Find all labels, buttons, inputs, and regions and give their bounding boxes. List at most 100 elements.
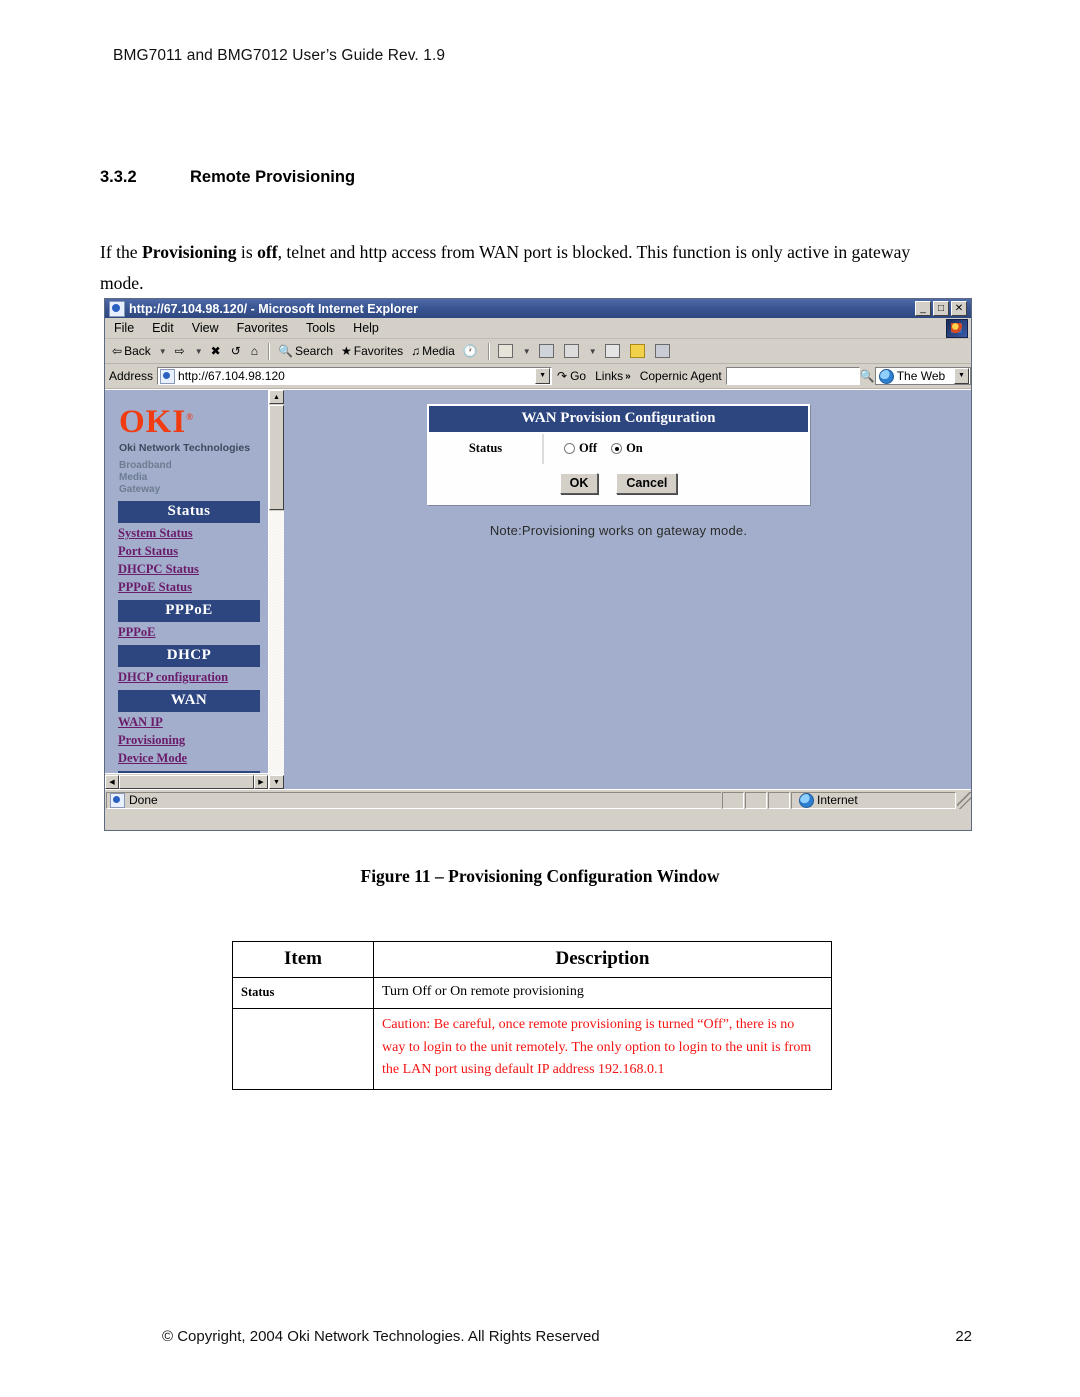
favorites-star-icon: ★ xyxy=(341,344,352,358)
edit-dropdown-icon[interactable]: ▼ xyxy=(586,347,600,356)
back-button[interactable]: ⇦ Back xyxy=(109,343,154,359)
nav-link-port-status[interactable]: Port Status xyxy=(118,544,268,559)
cell-description-status: Turn Off or On remote provisioning xyxy=(373,977,832,1009)
gateway-mode-note: Note:Provisioning works on gateway mode. xyxy=(489,523,748,538)
nav-link-pppoe[interactable]: PPPoE xyxy=(118,625,268,640)
mail-button[interactable] xyxy=(495,343,518,359)
forward-button[interactable]: ⇨ xyxy=(172,344,190,358)
resize-grip-icon[interactable] xyxy=(957,791,971,809)
oki-wordmark: OKI xyxy=(119,404,187,440)
menu-item-file[interactable]: File xyxy=(105,320,143,336)
address-dropdown-icon[interactable]: ▼ xyxy=(535,368,551,384)
nav-frame: OKI® Oki Network Technologies Broadband … xyxy=(105,390,268,789)
history-clock-icon: 🕐 xyxy=(462,344,478,358)
section-title: Remote Provisioning xyxy=(190,168,356,186)
menu-item-favorites[interactable]: Favorites xyxy=(228,320,297,336)
radio-on-label: On xyxy=(626,441,643,455)
menu-item-help[interactable]: Help xyxy=(344,320,388,336)
links-label: Links xyxy=(595,369,624,383)
status-page-icon xyxy=(110,792,125,808)
nav-header-wan: WAN xyxy=(118,690,260,712)
home-button[interactable]: ⌂ xyxy=(248,344,263,358)
nav-link-pppoe-status[interactable]: PPPoE Status xyxy=(118,580,268,595)
magnifier-icon[interactable]: 🔍 xyxy=(860,369,875,383)
edit-word-button[interactable] xyxy=(561,343,584,359)
history-button[interactable]: 🕐 xyxy=(460,344,483,358)
printer-icon xyxy=(538,344,554,358)
media-button[interactable]: ♫ Media xyxy=(408,343,458,359)
copernic-search-button[interactable] xyxy=(627,343,650,359)
extra-tool-button[interactable] xyxy=(652,343,675,359)
copernic-search-input[interactable] xyxy=(725,367,860,385)
browser-titlebar: http://67.104.98.120/ - Microsoft Intern… xyxy=(105,299,971,318)
ie-document-icon xyxy=(109,300,125,317)
go-button[interactable]: ↷ Go xyxy=(552,369,592,383)
status-row-label: Status xyxy=(429,434,544,464)
vertical-scroll-track[interactable] xyxy=(269,511,284,775)
notes-icon xyxy=(604,344,620,358)
minimize-button[interactable]: _ xyxy=(915,301,931,316)
nav-horizontal-scrollbar[interactable]: ◀ ▶ xyxy=(105,773,268,789)
par-bold-provisioning: Provisioning xyxy=(142,241,237,262)
menu-item-tools[interactable]: Tools xyxy=(297,320,344,336)
status-pane-2 xyxy=(745,791,767,809)
product-tagline: Broadband Media Gateway xyxy=(119,460,172,495)
search-engine-select[interactable]: The Web ▼ xyxy=(874,367,971,385)
nav-link-provisioning[interactable]: Provisioning xyxy=(118,733,268,748)
links-button[interactable]: Links» xyxy=(592,369,634,383)
vertical-scroll-thumb[interactable] xyxy=(269,405,284,510)
intro-paragraph: If the Provisioning is off, telnet and h… xyxy=(100,237,952,299)
cancel-button[interactable]: Cancel xyxy=(616,473,678,494)
menu-item-edit[interactable]: Edit xyxy=(143,320,183,336)
discuss-button[interactable] xyxy=(602,343,625,359)
ok-button[interactable]: OK xyxy=(559,473,599,494)
radio-off-label: Off xyxy=(579,441,598,455)
refresh-icon: ↺ xyxy=(230,344,241,358)
mail-icon xyxy=(497,344,513,358)
mail-dropdown-icon[interactable]: ▼ xyxy=(520,347,534,356)
nav-link-dhcpc-status[interactable]: DHCPC Status xyxy=(118,562,268,577)
menu-item-view[interactable]: View xyxy=(183,320,228,336)
running-header: BMG7011 and BMG7012 User’s Guide Rev. 1.… xyxy=(113,47,446,64)
nav-header-status: Status xyxy=(118,501,260,523)
go-arrow-icon: ↷ xyxy=(557,369,568,383)
table-header-row: Item Description xyxy=(232,941,832,978)
scroll-down-icon[interactable]: ▼ xyxy=(269,775,284,789)
scroll-up-icon[interactable]: ▲ xyxy=(269,390,284,404)
nav-link-dhcp-configuration[interactable]: DHCP configuration xyxy=(118,670,268,685)
back-arrow-icon: ⇦ xyxy=(112,344,123,358)
status-message: Done xyxy=(129,793,158,807)
word-editor-icon xyxy=(563,344,579,358)
table-row: Status Turn Off or On remote provisionin… xyxy=(232,977,832,1009)
scroll-left-icon[interactable]: ◀ xyxy=(105,774,119,789)
nav-link-wan-ip[interactable]: WAN IP xyxy=(118,715,268,730)
forward-dropdown-icon[interactable]: ▼ xyxy=(192,347,206,356)
par-text-c: is xyxy=(236,241,258,262)
search-button[interactable]: 🔍 Search xyxy=(275,343,336,359)
nav-link-system-status[interactable]: System Status xyxy=(118,526,268,541)
status-pane-3 xyxy=(768,791,790,809)
browser-content: OKI® Oki Network Technologies Broadband … xyxy=(105,389,971,789)
security-zone-pane[interactable]: Internet xyxy=(791,791,956,809)
radio-off[interactable] xyxy=(564,443,575,454)
address-input[interactable]: http://67.104.98.120 ▼ xyxy=(157,367,553,385)
scroll-right-icon[interactable]: ▶ xyxy=(254,774,268,789)
internet-zone-globe-icon xyxy=(799,792,814,808)
refresh-button[interactable]: ↺ xyxy=(228,344,246,358)
stop-button[interactable]: ✖ xyxy=(208,344,226,358)
page-footer: © Copyright, 2004 Oki Network Technologi… xyxy=(162,1328,972,1345)
horizontal-scroll-thumb[interactable] xyxy=(119,774,254,789)
logo-block: OKI® Oki Network Technologies Broadband … xyxy=(105,390,268,496)
nav-link-device-mode[interactable]: Device Mode xyxy=(118,751,268,766)
nav-vertical-scrollbar[interactable]: ▲ ▼ xyxy=(268,390,284,789)
status-pane-1 xyxy=(722,791,744,809)
radio-on[interactable] xyxy=(611,443,623,454)
engine-dropdown-icon[interactable]: ▼ xyxy=(954,368,969,384)
favorites-button[interactable]: ★ Favorites xyxy=(338,343,406,359)
forward-arrow-icon: ⇨ xyxy=(174,344,185,358)
close-button[interactable]: ✕ xyxy=(951,301,967,316)
print-button[interactable] xyxy=(536,343,559,359)
stop-icon: ✖ xyxy=(210,344,221,358)
back-dropdown-icon[interactable]: ▼ xyxy=(156,347,170,356)
maximize-button[interactable]: □ xyxy=(933,301,949,316)
